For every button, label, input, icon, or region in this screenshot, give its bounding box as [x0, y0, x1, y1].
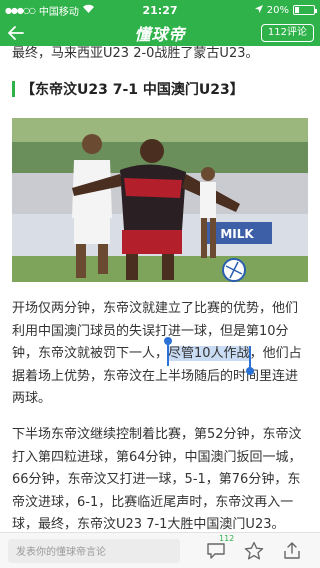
carrier-name: 中国移动	[38, 6, 79, 18]
status-left: ●●●○○ 中国移动	[5, 3, 94, 18]
section-heading: 【东帝汶U23 7-1 中国澳门U23】	[12, 79, 244, 99]
match-photo-illustration: MILK	[12, 118, 308, 282]
status-right: 20%	[254, 4, 317, 16]
heading-accent-bar	[12, 81, 15, 97]
match-photo[interactable]: MILK	[12, 118, 308, 282]
selected-text-content: 尽管10人作战	[168, 346, 250, 361]
share-button[interactable]	[280, 539, 304, 563]
article-paragraph-2: 下半场东帝汶继续控制着比赛，第52分钟，东帝汶打入第四粒进球，第64分钟，中国澳…	[12, 427, 302, 532]
selection-start-handle[interactable]	[164, 337, 173, 366]
comments-button[interactable]: 112	[204, 534, 234, 563]
comment-icon	[207, 543, 225, 559]
partial-text-line: 最终，马来西亚U23 2-0战胜了蒙古U23。	[12, 46, 259, 61]
nav-bar: 懂球帝 112评论	[0, 20, 320, 46]
status-bar: ●●●○○ 中国移动 21:27 20%	[0, 0, 320, 20]
comments-count-button[interactable]: 112评论	[260, 24, 314, 42]
back-arrow-icon	[8, 26, 24, 40]
selection-end-handle[interactable]	[245, 346, 254, 375]
battery-percent: 20%	[266, 4, 289, 16]
section-heading-text: 【东帝汶U23 7-1 中国澳门U23】	[21, 82, 244, 98]
ad-board-text: MILK	[220, 227, 254, 241]
bottom-action-bar: 发表你的懂球帝言论 112	[0, 532, 320, 568]
article-paragraph-1: 开场仅两分钟，东帝汶就建立了比赛的优势，他们利用中国澳门球员的失误打进一球，但是…	[12, 298, 310, 411]
article-content: 最终，马来西亚U23 2-0战胜了蒙古U23。 【东帝汶U23 7-1 中国澳门…	[0, 46, 320, 532]
selected-text[interactable]: 尽管10人作战	[164, 337, 254, 375]
back-button[interactable]	[0, 20, 32, 46]
comment-count-badge: 112	[219, 534, 235, 543]
battery-fill	[295, 7, 299, 13]
battery-icon	[293, 5, 317, 15]
star-icon	[244, 541, 264, 560]
share-icon	[284, 542, 300, 559]
comment-input[interactable]: 发表你的懂球帝言论	[8, 538, 180, 563]
signal-icon: ●●●○○	[5, 5, 36, 15]
favorite-button[interactable]	[242, 539, 266, 563]
wifi-icon	[82, 4, 94, 16]
location-icon	[254, 4, 263, 16]
